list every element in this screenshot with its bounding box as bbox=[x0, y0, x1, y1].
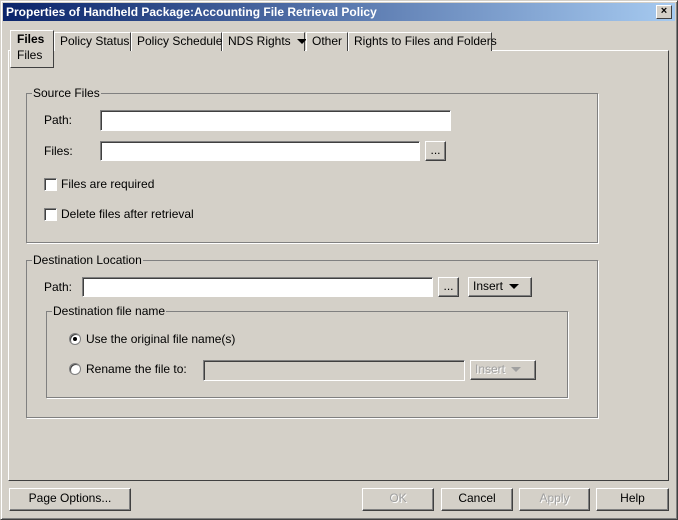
dropdown-arrow-icon bbox=[509, 284, 520, 290]
destination-insert-button[interactable]: Insert bbox=[468, 277, 532, 297]
rename-insert-button[interactable]: Insert bbox=[470, 360, 536, 380]
title-bar: Properties of Handheld Package:Accountin… bbox=[3, 3, 675, 21]
destination-browse-button[interactable]: ... bbox=[438, 277, 459, 297]
dropdown-arrow-icon bbox=[511, 367, 522, 373]
destination-path-input[interactable] bbox=[82, 277, 433, 297]
tab-other[interactable]: Other bbox=[306, 32, 348, 51]
cancel-button[interactable]: Cancel bbox=[441, 488, 513, 511]
destination-file-name-group bbox=[46, 311, 568, 398]
close-button[interactable]: × bbox=[656, 5, 672, 19]
tab-files[interactable]: Files Files bbox=[10, 30, 54, 68]
tab-label: NDS Rights bbox=[228, 34, 291, 48]
source-files-legend: Source Files bbox=[32, 86, 101, 100]
insert-label: Insert bbox=[475, 362, 506, 376]
tab-rights-to-files[interactable]: Rights to Files and Folders bbox=[348, 32, 497, 51]
tab-label: Files bbox=[17, 32, 45, 46]
use-original-radio[interactable] bbox=[69, 333, 81, 345]
tab-nds-rights[interactable]: NDS Rights bbox=[222, 32, 307, 51]
source-path-input[interactable] bbox=[100, 110, 451, 131]
source-files-input[interactable] bbox=[100, 141, 420, 161]
delete-files-checkbox[interactable] bbox=[44, 208, 57, 221]
tab-policy-schedule[interactable]: Policy Schedule bbox=[131, 32, 222, 51]
files-required-checkbox[interactable] bbox=[44, 178, 57, 191]
delete-files-label: Delete files after retrieval bbox=[61, 207, 194, 221]
rename-radio[interactable] bbox=[69, 363, 81, 375]
source-browse-button[interactable]: ... bbox=[425, 141, 446, 161]
rename-label: Rename the file to: bbox=[86, 362, 187, 376]
subtab-files[interactable]: Files bbox=[17, 48, 47, 62]
help-button[interactable]: Help bbox=[596, 488, 669, 511]
tab-policy-status[interactable]: Policy Status bbox=[54, 32, 131, 51]
destination-file-name-legend: Destination file name bbox=[52, 304, 167, 318]
files-required-label: Files are required bbox=[61, 177, 155, 191]
use-original-label: Use the original file name(s) bbox=[86, 332, 236, 346]
source-files-label: Files: bbox=[44, 144, 73, 158]
destination-legend: Destination Location bbox=[32, 253, 143, 267]
ok-button[interactable]: OK bbox=[362, 488, 434, 511]
destination-path-label: Path: bbox=[44, 280, 73, 294]
rename-input[interactable] bbox=[203, 360, 465, 381]
page-options-button[interactable]: Page Options... bbox=[9, 488, 131, 511]
source-path-label: Path: bbox=[44, 113, 73, 127]
apply-button[interactable]: Apply bbox=[519, 488, 590, 511]
insert-label: Insert bbox=[473, 279, 504, 293]
